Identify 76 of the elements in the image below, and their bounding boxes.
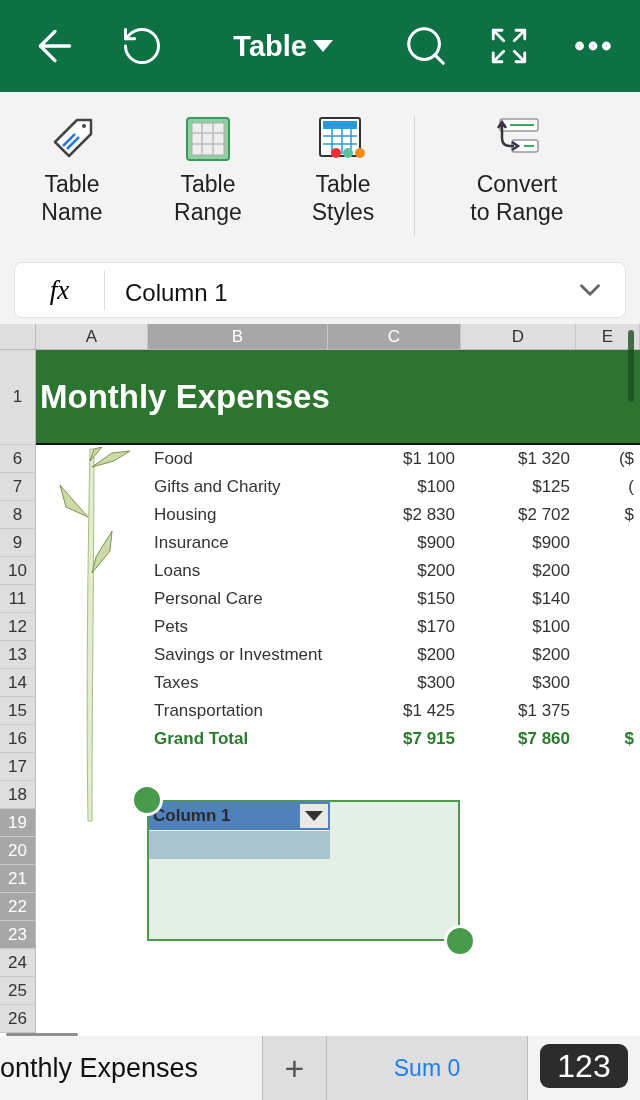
row-header[interactable]: 24 <box>0 949 36 977</box>
table-cell-text: Taxes <box>153 672 200 694</box>
table-cell-text: Insurance <box>153 532 230 554</box>
row-header[interactable]: 17 <box>0 753 36 781</box>
ribbon-button[interactable]: Table Styles <box>272 116 414 226</box>
scrollbar[interactable] <box>628 330 634 402</box>
row-header[interactable]: 13 <box>0 641 36 669</box>
table-cell-text: $2 830 <box>402 504 456 526</box>
row-header[interactable]: 9 <box>0 529 36 557</box>
table-range-icon <box>185 116 231 162</box>
table-cell-text: $200 <box>416 560 456 582</box>
table-cell-text: $300 <box>531 672 571 694</box>
filter-dropdown[interactable] <box>300 804 328 828</box>
table-cell-text: $1 425 <box>402 700 456 722</box>
row-header[interactable]: 14 <box>0 669 36 697</box>
table-cell-text: $300 <box>416 672 456 694</box>
table-cell-text: Personal Care <box>153 588 264 610</box>
table-cell-text: $1 100 <box>402 448 456 470</box>
row-header[interactable]: 8 <box>0 501 36 529</box>
table-cell-text: $1 320 <box>517 448 571 470</box>
table-cell-text: $170 <box>416 616 456 638</box>
row-header[interactable]: 18 <box>0 781 36 809</box>
table-cell-text: ( <box>627 476 635 498</box>
column-header[interactable]: D <box>461 324 576 350</box>
table-cell-text: Loans <box>153 560 202 582</box>
table-cell-text: $140 <box>531 588 571 610</box>
ribbon-button[interactable]: Table Name <box>0 116 144 226</box>
table-selection[interactable]: Column 1 <box>147 800 460 941</box>
table-cell-text: Gifts and Charity <box>153 476 282 498</box>
function-label: fx <box>15 270 105 310</box>
table-cell-text: $ <box>623 728 635 750</box>
row-header[interactable]: 25 <box>0 977 36 1005</box>
table-cell-text: ($ <box>617 448 635 470</box>
table-cell-text: $100 <box>531 616 571 638</box>
table-cell-text: $200 <box>416 644 456 666</box>
row-header[interactable]: 7 <box>0 473 36 501</box>
table-cell-text: Food <box>153 448 194 470</box>
table-cell-text: $1 375 <box>517 700 571 722</box>
ribbon-button[interactable]: Convert to Range <box>423 116 611 226</box>
add-sheet-button[interactable]: + <box>262 1036 327 1100</box>
column-header[interactable]: E <box>576 324 640 350</box>
row-header[interactable]: 11 <box>0 585 36 613</box>
table-cell-text: $100 <box>416 476 456 498</box>
table-cell-text: Grand Total <box>153 728 250 750</box>
sheet-title: Monthly Expenses <box>36 350 640 445</box>
ribbon-button[interactable]: Table Range <box>144 116 272 226</box>
table-header-cell[interactable]: Column 1 <box>149 802 330 830</box>
formula-value: Column 1 <box>124 278 229 307</box>
caret-icon <box>312 40 333 52</box>
table-cell-text: $7 915 <box>402 728 456 750</box>
row-header[interactable]: 16 <box>0 725 36 753</box>
table-cell-text: Housing <box>153 504 218 526</box>
row-header[interactable]: 6 <box>0 445 36 473</box>
table-cell-text: $7 860 <box>517 728 571 750</box>
table-cell-text: $125 <box>531 476 571 498</box>
table-cell-text: Transportation <box>153 700 264 722</box>
row-header[interactable]: 1 <box>0 350 36 445</box>
row-header[interactable]: 26 <box>0 1005 36 1033</box>
table-cell-text: $200 <box>531 560 571 582</box>
table-cell-text: Savings or Investment <box>153 644 324 666</box>
caret-icon <box>305 811 323 821</box>
table-cell-text: $900 <box>416 532 456 554</box>
table-cell-text: $200 <box>531 644 571 666</box>
table-cell-text: $900 <box>531 532 571 554</box>
table-cell-text: Pets <box>153 616 190 638</box>
formula-bar[interactable]: fx Column 1 <box>14 262 626 318</box>
row-header[interactable]: 15 <box>0 697 36 725</box>
column-header[interactable]: A <box>36 324 148 350</box>
table-cell-text: $150 <box>416 588 456 610</box>
keyboard-button[interactable]: 123 <box>540 1044 628 1088</box>
table-cell-text: $2 702 <box>517 504 571 526</box>
row-header[interactable]: 10 <box>0 557 36 585</box>
scrollbar[interactable] <box>6 1033 78 1036</box>
row-header[interactable]: 12 <box>0 613 36 641</box>
ribbon-tab-menu[interactable]: Table <box>233 29 333 63</box>
table-cell-text: $ <box>623 504 635 526</box>
